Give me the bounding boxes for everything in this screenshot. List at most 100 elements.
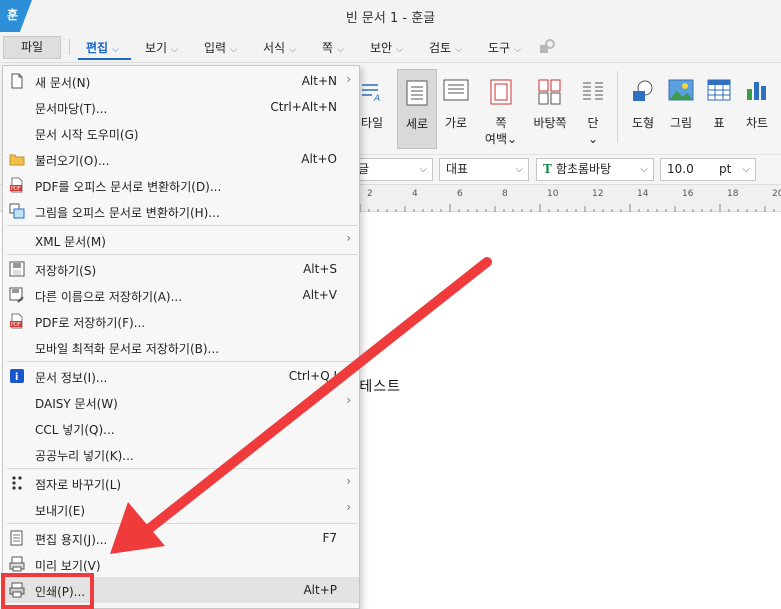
file-menu-item-label: 새 문서(N) bbox=[35, 76, 91, 90]
menu-review[interactable]: 검토 ⌵ bbox=[429, 39, 462, 56]
ribbon-chart-button[interactable]: 차트 bbox=[738, 69, 776, 149]
columns-icon bbox=[583, 82, 603, 100]
table-icon bbox=[707, 79, 731, 101]
font-size-combo[interactable]: 10.0 pt ⌵ bbox=[660, 158, 756, 181]
active-menu-indicator bbox=[78, 58, 131, 60]
ribbon-portrait-button[interactable]: 세로 bbox=[397, 69, 437, 149]
file-menu-item[interactable]: 공공누리 넣기(K)... bbox=[3, 441, 359, 467]
ribbon-shape-button[interactable]: 도형 bbox=[624, 69, 662, 149]
svg-text:A: A bbox=[373, 94, 380, 103]
file-menu-item[interactable]: XML 문서(M) › bbox=[3, 227, 359, 253]
menu-edit[interactable]: 편집 ⌵ bbox=[86, 39, 119, 56]
file-menu-item-label: 불러오기(O)... bbox=[35, 154, 110, 168]
file-menu-item[interactable]: 보내기(E) › bbox=[3, 496, 359, 522]
page-setup-icon bbox=[9, 530, 25, 546]
ribbon-label: 차트 bbox=[745, 116, 769, 130]
menu-insert[interactable]: 입력 ⌵ bbox=[204, 39, 237, 56]
file-menu-item[interactable]: 모바일 최적화 문서로 저장하기(B)... bbox=[3, 334, 359, 360]
image-convert-icon bbox=[9, 203, 25, 219]
portrait-page-icon bbox=[406, 80, 428, 106]
menu-format[interactable]: 서식 ⌵ bbox=[263, 39, 296, 56]
picture-icon bbox=[668, 79, 694, 101]
file-menu-item-label: XML 문서(M) bbox=[35, 235, 106, 249]
ruler-label: 2 bbox=[367, 189, 373, 199]
file-menu-item[interactable]: PDF PDF로 저장하기(F)... bbox=[3, 308, 359, 334]
ribbon-divider bbox=[617, 71, 618, 143]
file-menu-item-shortcut: Alt+O bbox=[301, 152, 337, 166]
ribbon-label: 세로 bbox=[405, 117, 429, 131]
new-document-icon bbox=[9, 73, 25, 89]
ruler-label: 8 bbox=[502, 189, 508, 199]
menu-separator bbox=[7, 523, 357, 524]
ribbon-picture-button[interactable]: 그림 bbox=[662, 69, 700, 149]
file-menu-item-label: 모바일 최적화 문서로 저장하기(B)... bbox=[35, 342, 220, 356]
landscape-page-icon bbox=[443, 79, 469, 101]
file-menu-item-label: 점자로 바꾸기(L) bbox=[35, 478, 122, 492]
ribbon-column-button[interactable]: 단 ⌄ bbox=[575, 69, 611, 149]
menu-separator bbox=[69, 39, 70, 55]
ruler-label: 6 bbox=[457, 189, 463, 199]
ruler-label: 16 bbox=[682, 189, 694, 199]
file-menu-item-label: 문서 시작 도우미(G) bbox=[35, 128, 139, 142]
ruler-label: 18 bbox=[727, 189, 739, 199]
file-menu-item-shortcut: Ctrl+Q,I bbox=[288, 369, 337, 383]
shape-icon bbox=[633, 80, 653, 101]
menu-separator bbox=[7, 468, 357, 469]
file-menu-item-label: 편집 용지(J)... bbox=[35, 533, 108, 547]
file-menu-item[interactable]: 편집 용지(J)... F7 bbox=[3, 525, 359, 551]
file-menu-item[interactable]: 불러오기(O)... Alt+O bbox=[3, 146, 359, 172]
file-menu-item[interactable]: 저장하기(S) Alt+S bbox=[3, 256, 359, 282]
menu-page[interactable]: 쪽 ⌵ bbox=[322, 39, 344, 56]
submenu-arrow-icon: › bbox=[346, 500, 351, 514]
file-menu-item[interactable]: 문서마당(T)... Ctrl+Alt+N bbox=[3, 94, 359, 120]
file-menu-item-shortcut: Ctrl+Alt+N bbox=[270, 100, 337, 114]
ribbon-label: 표 bbox=[713, 116, 725, 130]
ribbon-margin-button[interactable]: 쪽 여백⌄ bbox=[481, 69, 521, 149]
font-type-icon: T bbox=[543, 162, 552, 176]
paragraph-style-combo[interactable]: 대표 ⌵ bbox=[439, 158, 529, 181]
file-menu-item[interactable]: i 문서 정보(I)... Ctrl+Q,I bbox=[3, 363, 359, 389]
save-icon bbox=[9, 261, 25, 277]
file-menu-item[interactable]: PDF PDF를 오피스 문서로 변환하기(D)... bbox=[3, 172, 359, 198]
submenu-arrow-icon: › bbox=[346, 231, 351, 245]
folder-icon bbox=[9, 151, 25, 167]
file-menu-item[interactable]: 문서 시작 도우미(G) bbox=[3, 120, 359, 146]
font-combo[interactable]: T 함초롬바탕 ⌵ bbox=[536, 158, 654, 181]
page-margin-icon bbox=[490, 79, 512, 105]
svg-text:PDF: PDF bbox=[11, 322, 21, 328]
menu-file[interactable]: 파일 bbox=[3, 36, 61, 59]
file-menu-item[interactable]: 그림을 오피스 문서로 변환하기(H)... bbox=[3, 198, 359, 224]
preview-icon bbox=[9, 556, 25, 572]
menu-view[interactable]: 보기 ⌵ bbox=[145, 39, 178, 56]
file-menu-item[interactable]: 새 문서(N) Alt+N › bbox=[3, 68, 359, 94]
file-menu-item-label: PDF를 오피스 문서로 변환하기(D)... bbox=[35, 180, 222, 194]
file-menu-item[interactable]: CCL 넣기(Q)... bbox=[3, 415, 359, 441]
file-menu-item-label: 문서 정보(I)... bbox=[35, 371, 108, 385]
window-title: 빈 문서 1 - 훈글 bbox=[345, 11, 436, 26]
file-menu-item-label: PDF로 저장하기(F)... bbox=[35, 316, 146, 330]
ribbon-label: 바탕쪽 bbox=[533, 116, 567, 130]
menu-security[interactable]: 보안 ⌵ bbox=[370, 39, 403, 56]
file-menu-item-label: 문서마당(T)... bbox=[35, 102, 108, 116]
file-menu-item[interactable]: 점자로 바꾸기(L) › bbox=[3, 470, 359, 496]
menu-bar: 파일 편집 ⌵ 보기 ⌵ 입력 ⌵ 서식 ⌵ 쪽 ⌵ 보안 ⌵ 검토 ⌵ 도구 ⌵ bbox=[0, 34, 781, 60]
ribbon-table-button[interactable]: 표 bbox=[700, 69, 738, 149]
ribbon-masterpage-button[interactable]: 바탕쪽 bbox=[528, 69, 572, 149]
tools-extra-icon[interactable] bbox=[538, 38, 556, 56]
ruler-label: 4 bbox=[412, 189, 418, 199]
file-menu-item[interactable]: DAISY 문서(W) › bbox=[3, 389, 359, 415]
master-page-icon bbox=[538, 79, 561, 105]
pdf-icon: PDF bbox=[9, 313, 25, 329]
ribbon-label: 도형 bbox=[631, 116, 655, 130]
file-menu-item-label: 공공누리 넣기(K)... bbox=[35, 449, 134, 463]
ribbon-landscape-button[interactable]: 가로 bbox=[437, 69, 475, 149]
file-menu-item-label: CCL 넣기(Q)... bbox=[35, 423, 115, 437]
svg-text:i: i bbox=[15, 372, 18, 383]
file-menu-item-label: 다른 이름으로 저장하기(A)... bbox=[35, 290, 183, 304]
file-menu-item[interactable]: 다른 이름으로 저장하기(A)... Alt+V bbox=[3, 282, 359, 308]
info-icon: i bbox=[9, 368, 25, 384]
save-as-icon bbox=[9, 287, 25, 303]
menu-separator bbox=[7, 254, 357, 255]
file-menu-item-label: 그림을 오피스 문서로 변환하기(H)... bbox=[35, 206, 220, 220]
menu-tools[interactable]: 도구 ⌵ bbox=[488, 39, 521, 56]
